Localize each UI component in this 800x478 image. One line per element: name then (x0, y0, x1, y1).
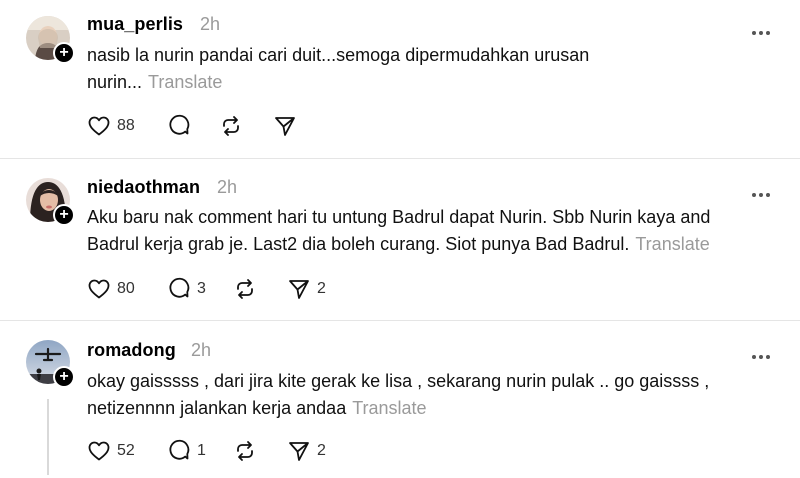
reply-button[interactable] (167, 113, 191, 139)
follow-plus-icon[interactable]: + (53, 42, 75, 64)
heart-icon (88, 441, 110, 461)
reply-count: 3 (197, 280, 206, 297)
post-time: 2h (217, 177, 238, 197)
heart-icon (88, 116, 110, 136)
post-text-line: okay gaisssss , dari jira kite gerak ke … (87, 371, 710, 391)
post-text: Aku baru nak comment hari tu untung Badr… (87, 204, 777, 258)
translate-link[interactable]: Translate (352, 398, 426, 418)
post-text: nasib la nurin pandai cari duit...semoga… (87, 42, 777, 96)
share-button[interactable]: 2 (287, 276, 326, 302)
translate-link[interactable]: Translate (148, 72, 222, 92)
like-count: 80 (117, 280, 135, 297)
repost-button[interactable] (233, 438, 257, 464)
thread-line (47, 399, 49, 475)
post-text-line: nurin... (87, 72, 143, 92)
paper-plane-icon (289, 442, 309, 461)
more-dots-icon[interactable] (751, 347, 771, 359)
like-button[interactable]: 52 (87, 438, 135, 464)
post-3: + romadong 2h okay gaisssss , dari jira … (0, 321, 800, 478)
repost-icon (237, 279, 253, 299)
username[interactable]: niedaothman (87, 177, 200, 198)
follow-plus-icon[interactable]: + (53, 366, 75, 388)
speech-bubble-icon (169, 439, 190, 460)
like-button[interactable]: 80 (87, 276, 135, 302)
share-count: 2 (317, 280, 326, 297)
post-text-line: nasib la nurin pandai cari duit...semoga… (87, 45, 590, 65)
repost-button[interactable] (233, 276, 257, 302)
post-2: + niedaothman 2h Aku baru nak comment ha… (0, 159, 800, 320)
post-text-line: Aku baru nak comment hari tu untung Badr… (87, 207, 711, 227)
post-time: 2h (200, 14, 221, 34)
more-dots-icon[interactable] (751, 23, 771, 35)
speech-bubble-icon (169, 114, 190, 135)
repost-icon (223, 116, 239, 136)
repost-button[interactable] (219, 113, 243, 139)
follow-plus-icon[interactable]: + (53, 204, 75, 226)
username[interactable]: romadong (87, 340, 176, 361)
heart-icon (88, 279, 110, 299)
post-text-line: netizennnn jalankan kerja andaa (87, 398, 347, 418)
share-count: 2 (317, 442, 326, 459)
reply-button[interactable]: 1 (167, 438, 206, 464)
speech-bubble-icon (169, 277, 190, 298)
share-button[interactable] (273, 113, 297, 139)
reply-button[interactable]: 3 (167, 276, 206, 302)
more-dots-icon[interactable] (751, 185, 771, 197)
like-button[interactable]: 88 (87, 113, 135, 139)
repost-icon (237, 441, 253, 461)
post-1: + mua_perlis 2h nasib la nurin pandai ca… (0, 0, 800, 158)
post-text: okay gaisssss , dari jira kite gerak ke … (87, 368, 777, 422)
translate-link[interactable]: Translate (635, 234, 709, 254)
paper-plane-icon (275, 117, 295, 136)
reply-count: 1 (197, 442, 206, 459)
post-text-line: Badrul kerja grab je. Last2 dia boleh cu… (87, 234, 630, 254)
share-button[interactable]: 2 (287, 438, 326, 464)
post-time: 2h (191, 340, 212, 360)
like-count: 52 (117, 442, 135, 459)
like-count: 88 (117, 117, 135, 134)
username[interactable]: mua_perlis (87, 14, 183, 35)
paper-plane-icon (289, 280, 309, 299)
